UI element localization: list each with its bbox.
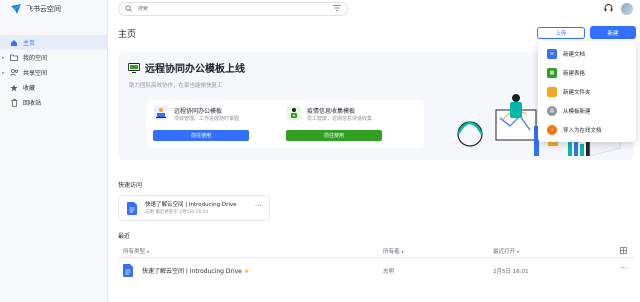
banner-title: 远程协同办公模板上线	[128, 60, 245, 75]
laptop-person-icon	[154, 106, 168, 120]
quick-access-item[interactable]: 快速了解云空间 | Introducing Drive 志明 最近更新于 2月5…	[118, 195, 270, 221]
use-template-button[interactable]: 前往使用	[286, 130, 382, 141]
sidebar-item-label: 我的空间	[23, 55, 48, 62]
sidebar-item-label: 回收站	[23, 100, 42, 107]
search-icon	[125, 4, 132, 14]
menu-item-from-template[interactable]: ▤ 从模板新建	[538, 101, 636, 120]
caret-down-icon: ▾	[401, 248, 404, 254]
recent-label: 最近	[118, 233, 131, 240]
menu-item-import[interactable]: ↓ 导入为在线文档	[538, 120, 636, 139]
sidebar-item-home[interactable]: 主页	[0, 35, 108, 50]
top-right-actions	[604, 3, 633, 15]
menu-item-new-sheet[interactable]: ▦ 新建表格	[538, 63, 636, 82]
sidebar-item-my-space[interactable]: ▸ 我的空间	[0, 50, 108, 65]
sidebar: 飞书云空间 主页 ▸ 我的空间 ▸ 共享空间 收藏 回收站	[0, 0, 108, 302]
menu-item-label: 导入为在线文档	[563, 127, 602, 134]
caret-down-icon: ▾	[517, 248, 520, 254]
grid-view-icon[interactable]	[620, 247, 627, 254]
app-logo[interactable]: 飞书云空间	[10, 4, 61, 14]
column-owner-label: 所有者	[383, 249, 400, 255]
sidebar-item-label: 共享空间	[23, 70, 48, 77]
avatar[interactable]	[621, 3, 633, 15]
import-icon: ↓	[547, 124, 557, 135]
headset-icon[interactable]	[604, 3, 613, 15]
sidebar-item-favorites[interactable]: 收藏	[0, 80, 108, 95]
owner-filter-dropdown[interactable]: 所有者 ▾	[383, 247, 404, 256]
filter-icon[interactable]	[333, 5, 341, 13]
sidebar-item-trash[interactable]: 回收站	[0, 95, 108, 110]
file-name-text: 快速了解云空间 | Introducing Drive	[142, 268, 242, 275]
shared-users-icon	[8, 69, 20, 76]
trash-icon	[8, 98, 20, 107]
type-filter-dropdown[interactable]: 所有类型 ▾	[123, 247, 150, 256]
template-icon: ▤	[547, 105, 557, 116]
file-owner: 志明	[383, 269, 395, 275]
search-input[interactable]	[138, 6, 333, 12]
banner-title-text: 远程协同办公模板上线	[145, 64, 245, 75]
doc-icon	[127, 202, 137, 215]
card-title: 远程协同办公模板	[174, 108, 223, 115]
use-template-button[interactable]: 前往使用	[153, 130, 249, 141]
template-card-epidemic-info[interactable]: 疫情信息收集模板 员工健康，返岗信息快速收集 前往使用	[280, 100, 424, 148]
column-opened-label: 最近打开	[493, 249, 516, 255]
template-card-remote-office[interactable]: 远程协同办公模板 项目管理、工作进展随时掌握 前往使用	[147, 100, 291, 148]
folder-icon	[8, 54, 20, 61]
card-title: 疫情信息收集模板	[307, 108, 356, 115]
doc-icon	[123, 264, 133, 277]
menu-item-new-doc[interactable]: ≡ 新建文档	[538, 44, 636, 63]
column-type-label: 所有类型	[123, 249, 146, 255]
caret-down-icon: ▾	[147, 248, 150, 254]
table-row[interactable]: 快速了解云空间 | Introducing Drive ★ 志明 2月5日 16:…	[118, 259, 634, 281]
upload-button[interactable]: 上传	[537, 27, 585, 39]
sheet-icon: ▦	[547, 67, 557, 78]
sidebar-item-label: 收藏	[23, 85, 36, 92]
page-title: 主页	[118, 30, 137, 40]
feishu-logo-icon	[11, 4, 21, 14]
doc-icon: ≡	[547, 48, 557, 59]
menu-item-label: 从模板新建	[563, 108, 591, 115]
sidebar-item-label: 主页	[23, 40, 36, 47]
new-button[interactable]: 新建	[590, 26, 636, 39]
more-options-icon[interactable]: ···	[255, 202, 262, 210]
star-icon[interactable]: ★	[244, 268, 249, 275]
recent-table-header: 所有类型 ▾ 所有者 ▾ 最近打开 ▾	[118, 244, 634, 258]
quick-access-label: 快速访问	[118, 182, 143, 189]
card-desc: 员工健康，返岗信息快速收集	[307, 116, 373, 122]
health-person-icon	[287, 106, 301, 120]
card-desc: 项目管理、工作进展随时掌握	[174, 116, 240, 122]
folder-icon	[547, 86, 557, 97]
star-icon	[8, 84, 20, 92]
menu-item-label: 新建文件夹	[563, 89, 591, 96]
more-options-icon[interactable]: ···	[620, 264, 627, 272]
quick-access-title: 快速了解云空间 | Introducing Drive	[145, 202, 237, 208]
opened-sort-dropdown[interactable]: 最近打开 ▾	[493, 247, 520, 256]
quick-access-meta: 志明 最近更新于 2月5日 16:01	[145, 210, 209, 215]
sidebar-item-shared-space[interactable]: ▸ 共享空间	[0, 65, 108, 80]
file-name: 快速了解云空间 | Introducing Drive ★	[142, 266, 249, 275]
monitor-icon	[128, 62, 140, 73]
file-opened-time: 2月5日 16:01	[493, 269, 529, 275]
app-name: 飞书云空间	[26, 5, 61, 13]
search-bar[interactable]	[118, 2, 348, 16]
new-dropdown-menu: ≡ 新建文档 ▦ 新建表格 新建文件夹 ▤ 从模板新建 ↓ 导入为在线文档	[538, 41, 636, 142]
banner-subtitle: 助力团队高效协作，在家也能愉快复工	[129, 83, 223, 89]
menu-item-label: 新建文档	[563, 51, 586, 58]
home-icon	[8, 39, 20, 47]
sidebar-nav: 主页 ▸ 我的空间 ▸ 共享空间 收藏 回收站	[0, 35, 108, 110]
menu-item-new-folder[interactable]: 新建文件夹	[538, 82, 636, 101]
menu-item-label: 新建表格	[563, 70, 586, 77]
